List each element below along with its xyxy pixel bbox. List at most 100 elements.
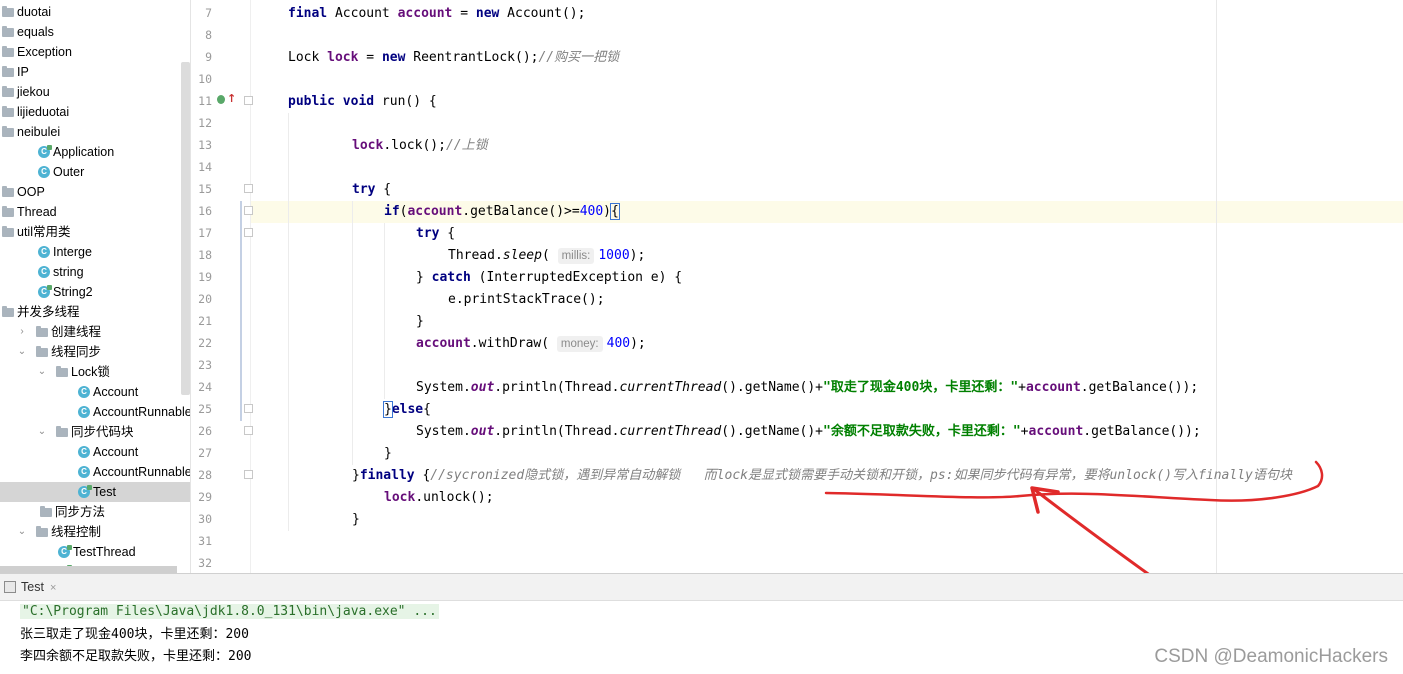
tree-item[interactable]: Exception [0, 42, 190, 62]
override-gutter-icon[interactable]: ↑ [227, 93, 236, 105]
tree-item[interactable]: equals [0, 22, 190, 42]
tree-item[interactable]: C Outer [0, 162, 190, 182]
class-icon: C [78, 406, 90, 418]
chevron-down-icon[interactable]: ⌄ [16, 522, 28, 542]
line-number: 22 [198, 336, 212, 350]
code-line-16: if(account.getBalance()>=400){ [384, 203, 620, 220]
line-number: 26 [198, 424, 212, 438]
folder-icon [36, 526, 48, 537]
folder-icon [2, 6, 14, 17]
code-line-13: lock.lock();//上锁 [352, 138, 488, 153]
code-line-18: Thread.sleep( millis: 1000); [448, 248, 646, 264]
tree-item[interactable]: Cstring [0, 262, 190, 282]
line-number: 8 [205, 28, 212, 42]
line-number: 19 [198, 270, 212, 284]
folder-icon [2, 86, 14, 97]
tree-item[interactable]: ⌄ 线程控制 [0, 522, 190, 542]
chevron-down-icon[interactable]: ⌄ [36, 362, 48, 382]
code-line-20: e.printStackTrace(); [448, 292, 605, 307]
tree-item-label: 并发多线程 [17, 305, 80, 319]
code-line-26: System.out.println(Thread.currentThread(… [416, 424, 1201, 439]
fold-marker-icon[interactable] [244, 228, 253, 237]
fold-marker-icon[interactable] [244, 184, 253, 193]
tree-item[interactable]: C AccountRunnable [0, 402, 190, 422]
line-number: 29 [198, 490, 212, 504]
tree-item[interactable]: C Account [0, 442, 190, 462]
class-icon: C [38, 266, 50, 278]
tree-item-label: lijieduotai [17, 105, 70, 119]
tree-item[interactable]: Thread [0, 202, 190, 222]
editor-gutter: 7 8 9 10 11 12 13 14 15 16 17 18 19 20 21 22 23 24 25 26 27 2… [192, 0, 253, 573]
tree-item-label: Lock锁 [71, 365, 110, 379]
tree-item-label: IP [17, 65, 29, 79]
tree-item[interactable]: lijieduotai [0, 102, 190, 122]
tree-item[interactable]: 并发多线程 [0, 302, 190, 322]
tree-item[interactable]: C String2 [0, 282, 190, 302]
folder-icon [2, 186, 14, 197]
chevron-down-icon[interactable]: ⌄ [16, 342, 28, 362]
tree-item[interactable]: neibulei [0, 122, 190, 142]
tree-item-label: Outer [53, 165, 85, 179]
tree-item[interactable]: ⌄ 线程同步 [0, 342, 190, 362]
run-tab-test[interactable]: Test × [0, 574, 62, 601]
code-line-30: } [352, 512, 360, 527]
fold-marker-icon[interactable] [244, 470, 253, 479]
tree-item-label: TestThread [73, 545, 136, 559]
fold-marker-icon[interactable] [244, 426, 253, 435]
line-number: 25 [198, 402, 212, 416]
tree-item[interactable]: ⌄ 同步代码块 [0, 422, 190, 442]
tree-item[interactable]: OOP [0, 182, 190, 202]
tree-item[interactable]: duotai [0, 2, 190, 22]
tree-item[interactable]: C Test [0, 482, 190, 502]
tree-item[interactable]: C Interge [0, 242, 190, 262]
tree-horizontal-scrollbar[interactable] [0, 566, 177, 573]
tree-item[interactable]: IP [0, 62, 190, 82]
folder-icon [2, 206, 14, 217]
code-line-29: lock.unlock(); [384, 490, 494, 505]
tree-item-label: Account [93, 445, 139, 459]
tree-item-label: AccountRunnable [93, 405, 191, 419]
line-number: 10 [198, 72, 212, 86]
chevron-down-icon[interactable]: ⌄ [36, 422, 48, 442]
folder-icon [56, 366, 68, 377]
tree-item[interactable]: util常用类 [0, 222, 190, 242]
code-line-15: try { [352, 182, 392, 197]
tree-item[interactable]: C TestThread [0, 542, 190, 562]
line-number: 23 [198, 358, 212, 372]
run-tab-label: Test [21, 580, 44, 594]
tree-item[interactable]: ⌄ Lock锁 [0, 362, 190, 382]
run-tool-window: Test × "C:\Program Files\Java\jdk1.8.0_13… [0, 573, 1403, 674]
line-number: 14 [198, 160, 212, 174]
class-icon: C [78, 485, 92, 498]
close-icon[interactable]: × [50, 582, 56, 594]
tree-item-label: OOP [17, 185, 45, 199]
tree-item[interactable]: C Account [0, 382, 190, 402]
run-gutter-icon[interactable] [217, 95, 225, 104]
tree-item-label: 线程控制 [51, 525, 102, 539]
fold-marker-icon[interactable] [244, 404, 253, 413]
tree-item[interactable]: C AccountRunnable [0, 462, 190, 482]
tree-item[interactable]: › 创建线程 [0, 322, 190, 342]
tree-item[interactable]: C Application [0, 142, 190, 162]
code-editor[interactable]: 7 8 9 10 11 12 13 14 15 16 17 18 19 20 21 22 23 24 25 26 27 2… [192, 0, 1403, 573]
tree-item[interactable]: 同步方法 [0, 502, 190, 522]
folder-icon [36, 326, 48, 337]
tree-item-label: String2 [53, 285, 93, 299]
chevron-right-icon[interactable]: › [16, 322, 28, 342]
tree-item-label: 创建线程 [51, 325, 102, 339]
param-hint-money: money: [556, 336, 603, 352]
tree-item[interactable]: jiekou [0, 82, 190, 102]
tree-item-label: duotai [17, 5, 52, 19]
class-icon: C [78, 386, 90, 398]
fold-marker-icon[interactable] [244, 96, 253, 105]
line-number: 27 [198, 446, 212, 460]
tree-item-label: 同步方法 [55, 505, 106, 519]
line-number: 7 [205, 6, 212, 20]
tree-item-label: Test [93, 485, 116, 499]
fold-marker-icon[interactable] [244, 206, 253, 215]
line-number: 28 [198, 468, 212, 482]
tree-scrollbar[interactable] [181, 62, 190, 395]
run-config-icon [4, 581, 16, 593]
code-line-11: public void run() { [288, 94, 437, 109]
console-command-line: "C:\Program Files\Java\jdk1.8.0_131\bin\… [20, 604, 439, 619]
